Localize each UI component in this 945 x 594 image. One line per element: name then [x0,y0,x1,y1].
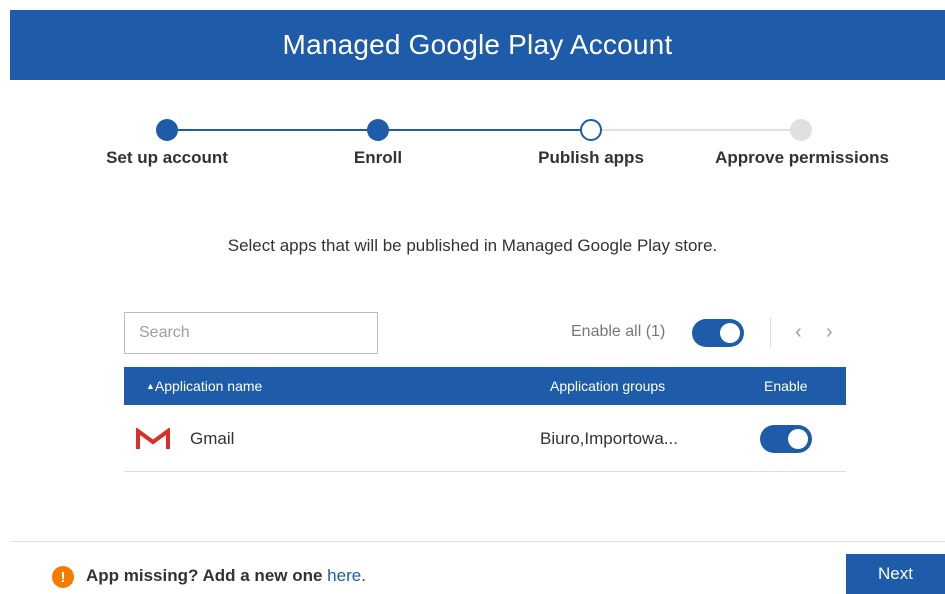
page-title: Managed Google Play Account [282,29,673,60]
step-dot-enroll [367,119,389,141]
toolbar-divider [770,318,771,348]
table-header: ▲Application name Application groups Ena… [124,367,846,405]
toggle-knob [720,323,740,343]
step-dot-set-up-account [156,119,178,141]
chevron-right-icon[interactable]: › [826,320,833,344]
instruction-text: Select apps that will be published in Ma… [227,236,718,255]
app-groups: Biuro,Importowa... [540,429,678,448]
step-label-publish-apps: Publish apps [538,148,644,167]
exclamation-icon: ! [52,566,74,588]
page-header: Managed Google Play Account [10,10,945,80]
app-enable-toggle[interactable] [760,425,812,453]
column-application-groups: Application groups [550,378,666,394]
search-input[interactable] [124,312,378,354]
step-dot-publish-apps [580,119,602,141]
column-application-name[interactable]: ▲Application name [146,378,262,394]
gmail-icon [136,428,170,449]
column-label: Application name [154,378,263,394]
chevron-left-icon[interactable]: ‹ [795,320,802,344]
column-enable: Enable [764,378,808,394]
step-label-set-up-account: Set up account [106,148,228,167]
footer-divider [10,541,945,542]
app-missing-message: App missing? Add a new one here. [86,566,366,586]
step-label-enroll: Enroll [353,148,403,167]
link-suffix: . [361,566,366,585]
toggle-knob [788,429,808,449]
app-missing-text: App missing? Add a new one [86,566,328,585]
enable-all-label: Enable all (1) [571,323,666,340]
step-dot-approve-permissions [790,119,812,141]
step-label-approve-permissions: Approve permissions [715,148,889,167]
table-row[interactable]: Gmail Biuro,Importowa... [124,405,846,472]
enable-all-toggle[interactable] [692,319,744,347]
app-name: Gmail [190,429,235,448]
sort-ascending-icon: ▲ [146,381,155,391]
add-app-link[interactable]: here [327,566,361,585]
stepper-line-todo [602,129,790,131]
next-button[interactable]: Next [846,554,945,594]
